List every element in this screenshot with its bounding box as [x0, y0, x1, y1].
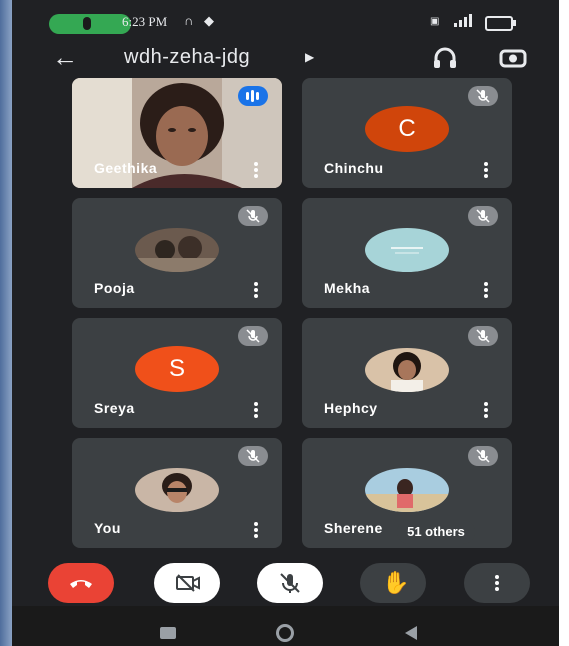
avatar: S — [135, 346, 219, 392]
participant-name: Chinchu — [324, 160, 384, 176]
more-options-icon[interactable] — [254, 162, 258, 178]
camera-off-button[interactable] — [154, 563, 220, 603]
mic-off-icon — [280, 573, 300, 593]
participant-name: Geethika — [94, 160, 158, 176]
home-icon[interactable] — [276, 624, 294, 642]
avatar — [365, 468, 449, 512]
back-icon[interactable] — [403, 625, 419, 641]
more-options-icon[interactable] — [484, 162, 488, 178]
speaking-indicator — [238, 86, 268, 106]
others-count-button[interactable]: 51 others — [397, 520, 475, 544]
participant-tile[interactable]: Hephcy — [302, 318, 512, 428]
avatar: C — [365, 106, 449, 152]
system-nav-bar — [12, 606, 559, 646]
participant-tile[interactable]: Geethika — [72, 78, 282, 188]
participant-name: You — [94, 520, 121, 536]
shield-icon: ◆ — [204, 13, 214, 28]
meeting-top-bar: ← wdh-zeha-jdg ▶ — [12, 40, 559, 78]
mic-off-icon — [238, 206, 268, 226]
participant-tile[interactable]: Sherene 51 others — [302, 438, 512, 548]
participant-tile[interactable]: You — [72, 438, 282, 548]
caret-right-icon[interactable]: ▶ — [305, 50, 314, 64]
mic-off-icon — [468, 446, 498, 466]
window-edge — [0, 0, 12, 646]
meet-screen: 6:23 PM ∩ ◆ ▣ ← wdh-zeha-jdg ▶ Geethika … — [12, 0, 559, 646]
more-vert-icon — [495, 575, 499, 591]
avatar — [365, 348, 449, 392]
mic-active-indicator[interactable] — [49, 14, 131, 34]
status-time: 6:23 PM — [122, 14, 168, 29]
more-options-icon[interactable] — [254, 282, 258, 298]
avatar — [365, 228, 449, 272]
participant-name: Mekha — [324, 280, 371, 296]
participant-name: Sherene — [324, 520, 383, 536]
mic-icon — [83, 17, 91, 30]
headphones-icon: ∩ — [184, 13, 194, 28]
recents-icon[interactable] — [160, 627, 176, 639]
volte-icon: ▣ — [430, 16, 440, 27]
participant-name: Sreya — [94, 400, 135, 416]
back-arrow-icon[interactable]: ← — [52, 42, 78, 73]
more-options-button[interactable] — [464, 563, 530, 603]
more-options-icon[interactable] — [254, 402, 258, 418]
status-bar: 6:23 PM ∩ ◆ ▣ — [12, 0, 559, 40]
mic-off-icon — [468, 86, 498, 106]
avatar — [135, 228, 219, 272]
signal-icon — [454, 14, 472, 27]
participant-name: Hephcy — [324, 400, 378, 416]
end-call-button[interactable] — [48, 563, 114, 603]
avatar — [135, 468, 219, 512]
raise-hand-icon: ✋ — [382, 570, 410, 595]
camera-off-icon — [176, 574, 200, 592]
mic-off-icon — [238, 446, 268, 466]
phone-hangup-icon — [70, 580, 92, 588]
mic-off-icon — [468, 326, 498, 346]
more-options-icon[interactable] — [484, 402, 488, 418]
more-options-icon[interactable] — [254, 522, 258, 538]
participant-tile[interactable]: Pooja — [72, 198, 282, 308]
participant-tile[interactable]: Mekha — [302, 198, 512, 308]
mic-off-button[interactable] — [257, 563, 323, 603]
mic-off-icon — [238, 326, 268, 346]
raise-hand-button[interactable]: ✋ — [360, 563, 426, 603]
battery-icon — [485, 16, 516, 31]
more-options-icon[interactable] — [484, 282, 488, 298]
switch-camera-icon[interactable] — [498, 46, 528, 70]
participant-tile[interactable]: S Sreya — [72, 318, 282, 428]
participant-tile[interactable]: C Chinchu — [302, 78, 512, 188]
audio-output-icon[interactable] — [432, 46, 458, 70]
meeting-code[interactable]: wdh-zeha-jdg — [124, 46, 250, 69]
mic-off-icon — [468, 206, 498, 226]
participant-name: Pooja — [94, 280, 135, 296]
